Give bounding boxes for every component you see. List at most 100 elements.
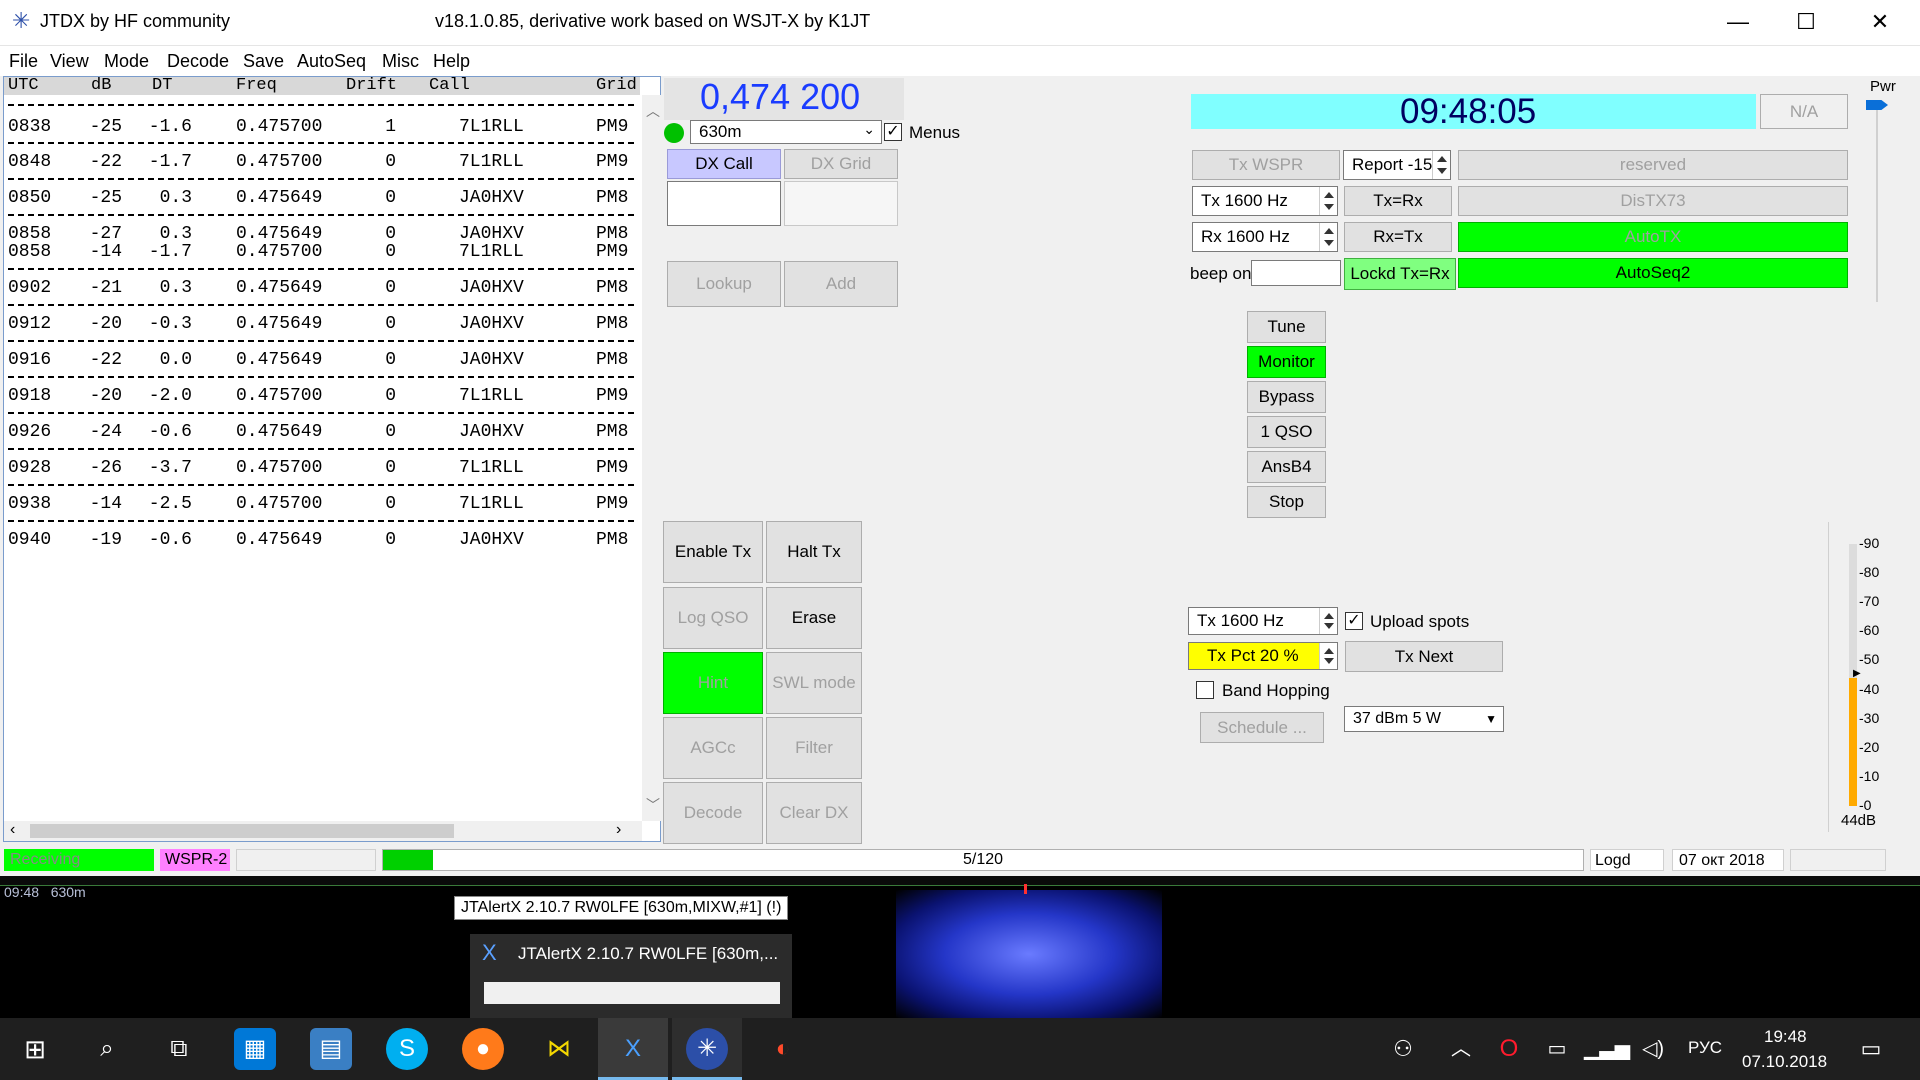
report-spin-arrows[interactable]: [1432, 151, 1450, 179]
enable-tx-button[interactable]: Enable Tx: [663, 521, 763, 583]
app-wheel-icon[interactable]: ◐: [762, 1028, 804, 1070]
battery-icon[interactable]: ▭: [1536, 1028, 1578, 1070]
table-row[interactable]: 0850 -25 0.3 0.475649 0 JA0HXV PM8: [4, 187, 640, 209]
butterfly-app-icon[interactable]: ⋈: [538, 1028, 580, 1070]
people-icon[interactable]: ⚇: [1382, 1028, 1424, 1070]
search-icon[interactable]: ⌕: [86, 1028, 128, 1070]
firefox-icon[interactable]: ●: [462, 1028, 504, 1070]
add-button[interactable]: Add: [784, 261, 898, 307]
band-select[interactable]: 630m ⌄: [690, 120, 882, 144]
autotx-button[interactable]: AutoTX: [1458, 222, 1848, 252]
tx-freq-spin-arrows[interactable]: [1319, 187, 1337, 215]
menu-misc[interactable]: Misc: [382, 51, 419, 72]
dx-call-input[interactable]: [667, 181, 781, 226]
decode-button[interactable]: Decode: [663, 782, 763, 844]
windows-start-icon[interactable]: ⊞: [14, 1028, 56, 1070]
task-view-icon[interactable]: ⧉: [158, 1028, 200, 1070]
jtalert-taskbar-icon[interactable]: X: [612, 1028, 654, 1070]
schedule-button[interactable]: Schedule ...: [1200, 712, 1324, 743]
decode-horizontal-scrollbar[interactable]: ‹ ›: [4, 821, 642, 841]
table-row[interactable]: 0902 -21 0.3 0.475649 0 JA0HXV PM8: [4, 277, 640, 299]
rx-freq-spin-arrows[interactable]: [1319, 223, 1337, 251]
dx-grid-input[interactable]: [784, 181, 898, 226]
autoseq2-button[interactable]: AutoSeq2: [1458, 258, 1848, 288]
minimize-button[interactable]: —: [1704, 0, 1772, 46]
tx-eq-rx-button[interactable]: Tx=Rx: [1344, 186, 1452, 216]
log-qso-button[interactable]: Log QSO: [663, 587, 763, 649]
scroll-right-icon[interactable]: ›: [616, 821, 621, 839]
table-row[interactable]: 0848 -22 -1.7 0.475700 0 7L1RLL PM9: [4, 151, 640, 173]
table-row[interactable]: 0912 -20 -0.3 0.475649 0 JA0HXV PM8: [4, 313, 640, 335]
menu-autoseq[interactable]: AutoSeq: [297, 51, 366, 72]
hint-button[interactable]: Hint: [663, 652, 763, 714]
agcc-button[interactable]: AGCc: [663, 717, 763, 779]
tx-pct-spin-arrows[interactable]: [1319, 643, 1337, 669]
monitor-button[interactable]: Monitor: [1247, 346, 1326, 378]
bypass-button[interactable]: Bypass: [1247, 381, 1326, 413]
lookup-button[interactable]: Lookup: [667, 261, 781, 307]
close-button[interactable]: ✕: [1846, 0, 1914, 46]
notification-center-icon[interactable]: ▭: [1850, 1028, 1892, 1070]
table-row[interactable]: 0858 -14 -1.7 0.475700 0 7L1RLL PM9: [4, 241, 640, 263]
tune-button[interactable]: Tune: [1247, 311, 1326, 343]
rx-freq-spinbox[interactable]: Rx 1600 Hz: [1192, 222, 1338, 252]
pwr-slider[interactable]: [1866, 98, 1888, 310]
taskbar-date[interactable]: 07.10.2018: [1742, 1052, 1827, 1072]
menu-decode[interactable]: Decode: [167, 51, 229, 72]
stop-button[interactable]: Stop: [1247, 486, 1326, 518]
skype-icon[interactable]: S: [386, 1028, 428, 1070]
menu-save[interactable]: Save: [243, 51, 284, 72]
band-hopping-checkbox[interactable]: [1196, 681, 1214, 699]
jtdx-taskbar-icon[interactable]: ✳: [686, 1028, 728, 1070]
menu-view[interactable]: View: [50, 51, 89, 72]
beep-on-input[interactable]: [1251, 260, 1341, 286]
waterfall-display[interactable]: 09:48 630m JTAlertX 2.10.7 RW0LFE [630m,…: [0, 876, 1920, 1018]
show-hidden-icons-icon[interactable]: ︿: [1440, 1028, 1482, 1070]
table-row[interactable]: 0928 -26 -3.7 0.475700 0 7L1RLL PM9: [4, 457, 640, 479]
decode-list-panel[interactable]: UTC dB DT Freq Drift Call Grid 0838 -25 -1…: [3, 76, 662, 842]
one-qso-button[interactable]: 1 QSO: [1247, 416, 1326, 448]
filter-button[interactable]: Filter: [766, 717, 862, 779]
scroll-left-icon[interactable]: ‹: [10, 821, 15, 839]
opera-icon[interactable]: O: [1488, 1028, 1530, 1070]
menu-help[interactable]: Help: [433, 51, 470, 72]
halt-tx-button[interactable]: Halt Tx: [766, 521, 862, 583]
menus-checkbox[interactable]: ✓: [884, 123, 902, 141]
tx-freq-spinbox[interactable]: Tx 1600 Hz: [1192, 186, 1338, 216]
maximize-button[interactable]: ☐: [1772, 0, 1840, 46]
scroll-down-icon[interactable]: ﹀: [646, 795, 660, 815]
table-row[interactable]: 0938 -14 -2.5 0.475700 0 7L1RLL PM9: [4, 493, 640, 515]
distx73-button[interactable]: DisTX73: [1458, 186, 1848, 216]
menu-mode[interactable]: Mode: [104, 51, 149, 72]
lockd-tx-rx-button[interactable]: Lockd Tx=Rx: [1344, 258, 1456, 290]
wspr-tx-freq-spinbox[interactable]: Tx 1600 Hz: [1188, 607, 1338, 635]
power-select[interactable]: 37 dBm 5 W ▼: [1344, 706, 1504, 732]
control-panel-icon[interactable]: ▤: [310, 1028, 352, 1070]
language-indicator[interactable]: РУС: [1688, 1038, 1722, 1058]
wspr-tx-freq-spin-arrows[interactable]: [1319, 608, 1337, 634]
volume-icon[interactable]: ◁): [1632, 1028, 1674, 1070]
table-row[interactable]: 0940 -19 -0.6 0.475649 0 JA0HXV PM8: [4, 529, 640, 551]
reserved-button[interactable]: reserved: [1458, 150, 1848, 180]
swl-mode-button[interactable]: SWL mode: [766, 652, 862, 714]
scroll-up-icon[interactable]: ︿: [646, 101, 660, 121]
table-row[interactable]: 0918 -20 -2.0 0.475700 0 7L1RLL PM9: [4, 385, 640, 407]
table-row[interactable]: 0926 -24 -0.6 0.475649 0 JA0HXV PM8: [4, 421, 640, 443]
rx-eq-tx-button[interactable]: Rx=Tx: [1344, 222, 1452, 252]
erase-button[interactable]: Erase: [766, 587, 862, 649]
clear-dx-button[interactable]: Clear DX: [766, 782, 862, 844]
dx-grid-button[interactable]: DX Grid: [784, 149, 898, 179]
network-icon[interactable]: ▁▃▅: [1584, 1028, 1630, 1070]
tx-pct-spinbox[interactable]: Tx Pct 20 %: [1188, 642, 1338, 670]
tx-wspr-button[interactable]: Tx WSPR: [1192, 150, 1340, 180]
report-spinbox[interactable]: Report -15: [1343, 150, 1451, 180]
store-icon[interactable]: ▦: [234, 1028, 276, 1070]
pwr-slider-handle-icon[interactable]: [1866, 100, 1888, 110]
scroll-thumb[interactable]: [30, 824, 454, 838]
taskbar-time[interactable]: 19:48: [1764, 1027, 1807, 1047]
tx-next-button[interactable]: Tx Next: [1345, 641, 1503, 672]
ansb4-button[interactable]: AnsB4: [1247, 451, 1326, 483]
table-row[interactable]: 0916 -22 0.0 0.475649 0 JA0HXV PM8: [4, 349, 640, 371]
jtalert-thumbnail[interactable]: X JTAlertX 2.10.7 RW0LFE [630m,...: [470, 934, 792, 1018]
upload-spots-checkbox[interactable]: ✓: [1345, 612, 1363, 630]
